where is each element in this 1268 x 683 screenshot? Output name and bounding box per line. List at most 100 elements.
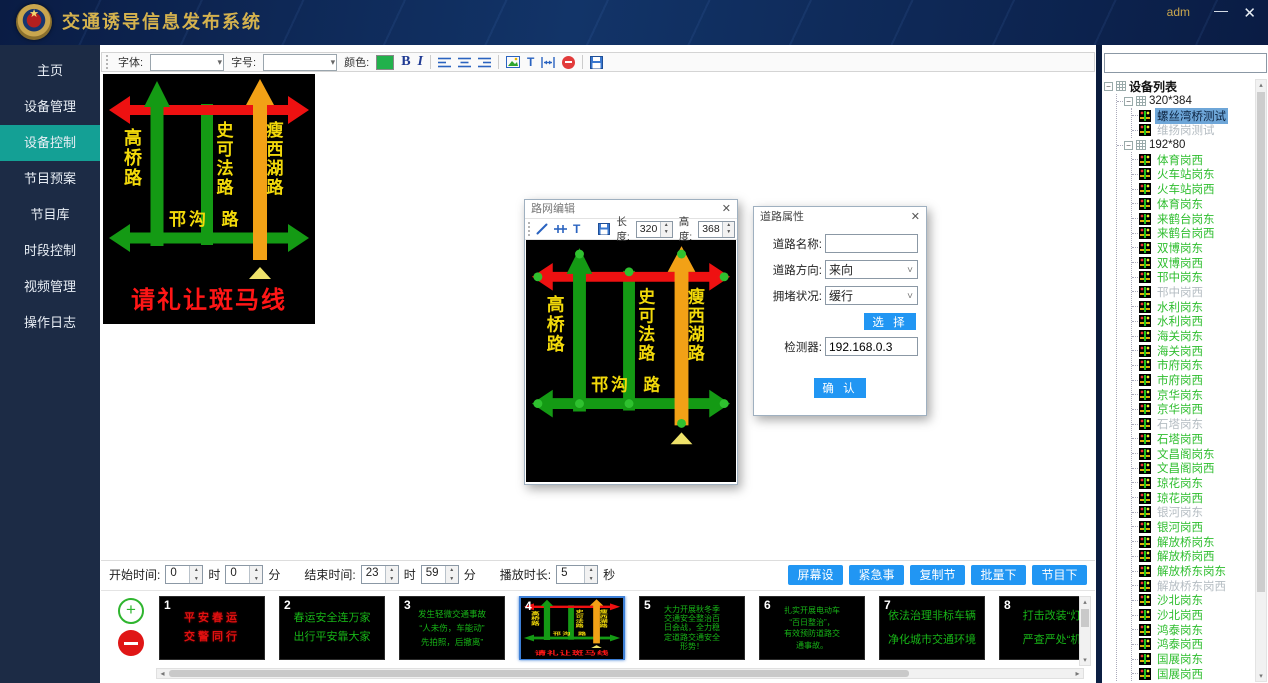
dialog-close-icon[interactable]: ✕ xyxy=(911,207,920,227)
device-node[interactable]: 银河岗东 xyxy=(1132,505,1254,520)
schedule-button-1[interactable]: 紧急事件 xyxy=(849,565,904,585)
add-program-button[interactable]: + xyxy=(118,598,144,624)
bold-button[interactable]: B xyxy=(401,55,410,69)
congestion-dropdown[interactable]: 缓行 xyxy=(825,286,918,305)
device-node[interactable]: 文昌阁岗西 xyxy=(1132,461,1254,476)
device-node[interactable]: 火车站岗西 xyxy=(1132,182,1254,197)
device-node[interactable]: 京华岗西 xyxy=(1132,402,1254,417)
device-node[interactable]: 琼花岗西 xyxy=(1132,490,1254,505)
device-node[interactable]: 市府岗西 xyxy=(1132,373,1254,388)
device-node[interactable]: 石塔岗西 xyxy=(1132,432,1254,447)
start-min-spinner[interactable]: 0▲▼ xyxy=(225,565,263,584)
stop-icon[interactable] xyxy=(562,56,575,69)
device-node[interactable]: 邗中岗西 xyxy=(1132,285,1254,300)
image-icon[interactable] xyxy=(506,55,520,70)
node-icon[interactable] xyxy=(554,222,567,237)
playlist-item-6[interactable]: 6扎实开展电动车“百日整治”，有效预防道路交通事故。 xyxy=(759,596,865,660)
scroll-right-icon[interactable]: ▸ xyxy=(1072,669,1083,678)
size-dropdown[interactable] xyxy=(263,54,337,71)
dialog-close-icon[interactable]: ✕ xyxy=(722,200,731,218)
scroll-left-icon[interactable]: ◂ xyxy=(157,669,168,678)
device-node[interactable]: 石塔岗东 xyxy=(1132,417,1254,432)
road-editor-canvas[interactable]: 高桥路史可法路路邗沟瘦西湖路 xyxy=(526,240,736,482)
device-node[interactable]: 邗中岗东 xyxy=(1132,270,1254,285)
close-icon[interactable]: ✕ xyxy=(1243,4,1256,22)
device-node[interactable]: 解放桥岗东 xyxy=(1132,534,1254,549)
device-node[interactable]: 海关岗东 xyxy=(1132,329,1254,344)
sidebar-item-4[interactable]: 节目库 xyxy=(0,197,100,233)
playlist-item-1[interactable]: 1平安春运交警同行 xyxy=(159,596,265,660)
remove-program-button[interactable] xyxy=(118,630,144,656)
save-icon[interactable] xyxy=(598,222,610,237)
scroll-down-icon[interactable]: ▾ xyxy=(1080,656,1090,664)
device-node[interactable]: 螺丝湾桥测试 xyxy=(1132,108,1254,123)
collapse-icon[interactable]: − xyxy=(1124,97,1133,106)
schedule-button-0[interactable]: 屏幕设置 xyxy=(788,565,843,585)
device-node[interactable]: 来鹤台岗西 xyxy=(1132,226,1254,241)
fit-width-icon[interactable] xyxy=(541,55,555,70)
sidebar-item-7[interactable]: 操作日志 xyxy=(0,305,100,341)
device-node[interactable]: 琼花岗东 xyxy=(1132,476,1254,491)
device-node[interactable]: 火车站岗东 xyxy=(1132,167,1254,182)
text-icon[interactable]: T xyxy=(527,55,534,70)
device-node[interactable]: 解放桥岗西 xyxy=(1132,549,1254,564)
playlist-item-7[interactable]: 7依法治理非标车辆净化城市交通环境 xyxy=(879,596,985,660)
color-swatch[interactable] xyxy=(376,55,394,70)
scrollbar-thumb[interactable] xyxy=(169,670,909,677)
device-node[interactable]: 鸿泰岗东 xyxy=(1132,622,1254,637)
device-node[interactable]: 银河岗西 xyxy=(1132,520,1254,535)
playlist-item-5[interactable]: 5大力开展秋冬季交通安全整治百日会战，全力稳定道路交通安全形势！ xyxy=(639,596,745,660)
device-node[interactable]: 市府岗东 xyxy=(1132,358,1254,373)
device-node[interactable]: 体育岗西 xyxy=(1132,152,1254,167)
device-node[interactable]: 水利岗西 xyxy=(1132,314,1254,329)
device-node[interactable]: 双博岗西 xyxy=(1132,255,1254,270)
tree-group-192*80[interactable]: −192*80 xyxy=(1117,138,1254,153)
device-node[interactable]: 解放桥东岗东 xyxy=(1132,564,1254,579)
schedule-button-2[interactable]: 复制节目 xyxy=(910,565,965,585)
device-node[interactable]: 文昌阁岗东 xyxy=(1132,446,1254,461)
road-direction-dropdown[interactable]: 来向 xyxy=(825,260,918,279)
playlist-item-3[interactable]: 3发生轻微交通事故“人未伤，车能动”先拍照，后撤离” xyxy=(399,596,505,660)
select-button[interactable]: 选 择 xyxy=(864,313,916,330)
italic-button[interactable]: I xyxy=(418,55,423,69)
device-node[interactable]: 海关岗西 xyxy=(1132,343,1254,358)
playlist-item-4[interactable]: 4高桥路史可法路路邗沟瘦西湖路请礼让斑马线 xyxy=(519,596,625,660)
minimize-icon[interactable]: — xyxy=(1214,2,1228,18)
scrollbar-thumb[interactable] xyxy=(1081,609,1089,627)
road-name-input[interactable] xyxy=(829,236,914,253)
scroll-up-icon[interactable]: ▴ xyxy=(1256,81,1266,89)
playlist-vertical-scrollbar[interactable]: ▴ ▾ xyxy=(1079,596,1091,666)
device-node[interactable]: 京华岗东 xyxy=(1132,387,1254,402)
align-right-icon[interactable] xyxy=(478,55,491,70)
start-hour-spinner[interactable]: 0▲▼ xyxy=(165,565,203,584)
sidebar-item-6[interactable]: 视频管理 xyxy=(0,269,100,305)
scrollbar-thumb[interactable] xyxy=(1257,92,1265,592)
draw-line-icon[interactable] xyxy=(536,222,548,237)
align-left-icon[interactable] xyxy=(438,55,451,70)
sidebar-item-5[interactable]: 时段控制 xyxy=(0,233,100,269)
device-node[interactable]: 维扬岗测试 xyxy=(1132,123,1254,138)
editor-canvas[interactable]: 高桥路史可法路路邗沟瘦西湖路请礼让斑马线 路网编辑 ✕ T 长度: 320▲▼ … xyxy=(101,74,1095,558)
device-node[interactable]: 鸿泰岗西 xyxy=(1132,637,1254,652)
scroll-down-icon[interactable]: ▾ xyxy=(1256,672,1266,680)
schedule-button-4[interactable]: 节目下发 xyxy=(1032,565,1087,585)
device-node[interactable]: 沙北岗东 xyxy=(1132,593,1254,608)
device-search-input[interactable] xyxy=(1104,53,1267,73)
text-icon[interactable]: T xyxy=(573,222,580,237)
length-spinner[interactable]: 320▲▼ xyxy=(636,221,673,238)
device-node[interactable]: 体育岗东 xyxy=(1132,197,1254,212)
tree-scrollbar[interactable]: ▴ ▾ xyxy=(1255,79,1267,682)
sidebar-item-3[interactable]: 节目预案 xyxy=(0,161,100,197)
end-hour-spinner[interactable]: 23▲▼ xyxy=(361,565,399,584)
sidebar-item-0[interactable]: 主页 xyxy=(0,53,100,89)
device-node[interactable]: 来鹤台岗东 xyxy=(1132,211,1254,226)
save-icon[interactable] xyxy=(590,55,603,70)
device-node[interactable]: 沙北岗西 xyxy=(1132,608,1254,623)
playlist-item-8[interactable]: 8打击改装“灯严查严处“机 xyxy=(999,596,1083,660)
end-min-spinner[interactable]: 59▲▼ xyxy=(421,565,459,584)
device-node[interactable]: 国展岗西 xyxy=(1132,667,1254,682)
collapse-icon[interactable]: − xyxy=(1104,82,1113,91)
device-node[interactable]: 双博岗东 xyxy=(1132,241,1254,256)
device-node[interactable]: 水利岗东 xyxy=(1132,299,1254,314)
align-center-icon[interactable] xyxy=(458,55,471,70)
